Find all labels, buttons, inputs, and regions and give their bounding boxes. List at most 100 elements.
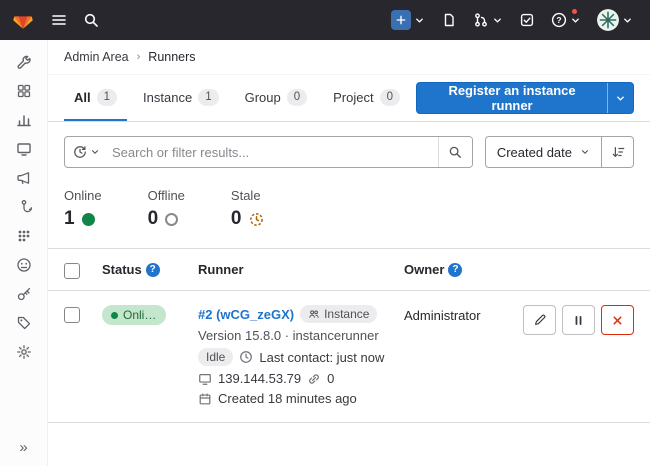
last-contact-text: Last contact: just now (259, 350, 384, 365)
sidebar-expand-chevrons-icon[interactable]: » (19, 439, 27, 456)
todos-icon[interactable] (514, 7, 540, 33)
tab-all[interactable]: All 1 (64, 75, 127, 121)
runner-version: Version 15.8.0 · instancerunner (198, 328, 404, 343)
svg-text:?: ? (556, 15, 561, 25)
breadcrumb-admin-area[interactable]: Admin Area (64, 50, 129, 64)
chevron-down-icon (492, 15, 503, 26)
filter-bar: Created date (64, 136, 634, 168)
new-menu-dropdown[interactable] (386, 5, 430, 35)
tab-project-count: 0 (380, 89, 400, 106)
stat-stale-label: Stale (231, 188, 264, 203)
help-dropdown[interactable]: ? (546, 7, 586, 33)
stat-online-value: 1 (64, 208, 75, 230)
chevron-down-icon (622, 15, 633, 26)
register-instance-runner-button[interactable]: Register an instance runner (416, 82, 634, 114)
breadcrumb: Admin Area › Runners (48, 40, 650, 75)
tab-instance-count: 1 (198, 89, 218, 106)
stat-online-label: Online (64, 188, 102, 203)
sort-controls: Created date (485, 136, 634, 168)
stat-offline-label: Offline (148, 188, 185, 203)
sort-by-dropdown[interactable]: Created date (485, 136, 602, 168)
calendar-icon (198, 392, 212, 406)
runner-tabs: All 1 Instance 1 Group 0 Project 0 (64, 75, 416, 121)
owner-cell: Administrator (404, 305, 516, 323)
stat-offline-value: 0 (148, 208, 159, 230)
chevron-down-icon[interactable] (608, 83, 633, 113)
tab-all-count: 1 (97, 89, 117, 106)
issues-icon[interactable] (436, 7, 462, 33)
runner-ip: 139.144.53.79 (218, 371, 301, 386)
search-icon[interactable] (78, 7, 104, 33)
stat-online: Online 1 (64, 188, 102, 230)
owner-help-icon[interactable]: ? (448, 263, 462, 277)
sort-by-label: Created date (497, 145, 572, 160)
linked-jobs-count: 0 (327, 371, 334, 386)
pause-runner-button[interactable] (562, 305, 595, 335)
row-actions (516, 305, 634, 335)
tab-project-label: Project (333, 90, 373, 105)
sort-direction-button[interactable] (602, 136, 634, 168)
main-content: Admin Area › Runners All 1 Instance 1 Gr… (48, 40, 650, 466)
user-menu-dropdown[interactable] (592, 4, 638, 36)
labels-tag-icon[interactable] (16, 315, 32, 331)
clock-icon (239, 350, 253, 364)
filtered-search (64, 136, 473, 168)
search-submit-icon[interactable] (438, 137, 472, 167)
status-help-icon[interactable]: ? (146, 263, 160, 277)
analytics-chart-icon[interactable] (16, 112, 32, 128)
online-status-badge: Online (102, 305, 166, 325)
owner-column-header: Owner ? (404, 262, 516, 277)
applications-icon[interactable] (16, 228, 32, 244)
online-status-icon (82, 213, 95, 226)
created-text: Created 18 minutes ago (218, 391, 357, 406)
sort-descending-icon (611, 145, 625, 159)
stale-clock-icon (249, 212, 264, 227)
status-cell: Online (102, 305, 198, 325)
tab-instance[interactable]: Instance 1 (133, 75, 229, 121)
stat-stale-value: 0 (231, 208, 242, 230)
tab-group[interactable]: Group 0 (235, 75, 318, 121)
tab-group-count: 0 (287, 89, 307, 106)
runner-name-link[interactable]: #2 (wCG_zeGX) (198, 307, 294, 322)
credentials-key-icon[interactable] (16, 286, 32, 302)
settings-gear-icon[interactable] (16, 344, 32, 360)
merge-requests-dropdown[interactable] (468, 7, 508, 33)
gitlab-admin-runners-page: ? (0, 0, 650, 466)
instance-type-badge: Instance (300, 305, 377, 323)
gitlab-logo-icon[interactable] (12, 9, 34, 31)
runner-column-header: Runner (198, 262, 404, 277)
search-input[interactable] (108, 137, 438, 167)
group-people-icon (308, 308, 320, 320)
stat-stale: Stale 0 (231, 188, 264, 230)
owner-link[interactable]: Administrator (404, 308, 481, 323)
link-icon (307, 372, 321, 386)
runner-status-stats: Online 1 Offline 0 Stale 0 (64, 188, 634, 230)
overview-grid-icon[interactable] (16, 83, 32, 99)
question-icon: ? (551, 12, 567, 28)
edit-runner-button[interactable] (523, 305, 556, 335)
register-button-label: Register an instance runner (417, 83, 607, 113)
stat-offline: Offline 0 (148, 188, 185, 230)
system-hooks-icon[interactable] (16, 199, 32, 215)
chevron-down-icon (90, 147, 100, 157)
hamburger-menu-icon[interactable] (46, 7, 72, 33)
tab-instance-label: Instance (143, 90, 192, 105)
pause-icon (572, 314, 585, 327)
online-dot-icon (111, 312, 118, 319)
topbar: ? (0, 0, 650, 40)
delete-runner-button[interactable] (601, 305, 634, 335)
admin-overview-wrench-icon[interactable] (16, 54, 32, 70)
offline-status-icon (165, 213, 178, 226)
abuse-reports-icon[interactable] (16, 257, 32, 273)
search-history-dropdown[interactable] (65, 137, 108, 167)
select-all-checkbox[interactable] (64, 263, 80, 279)
status-column-header: Status ? (102, 262, 198, 277)
tab-all-label: All (74, 90, 91, 105)
history-clock-icon (73, 145, 87, 159)
row-checkbox[interactable] (64, 307, 80, 323)
runner-table-row: Online #2 (wCG_zeGX) Instance Version 15… (48, 291, 650, 423)
tab-project[interactable]: Project 0 (323, 75, 410, 121)
monitoring-icon[interactable] (16, 141, 32, 157)
chevron-down-icon (570, 15, 581, 26)
messages-megaphone-icon[interactable] (16, 170, 32, 186)
